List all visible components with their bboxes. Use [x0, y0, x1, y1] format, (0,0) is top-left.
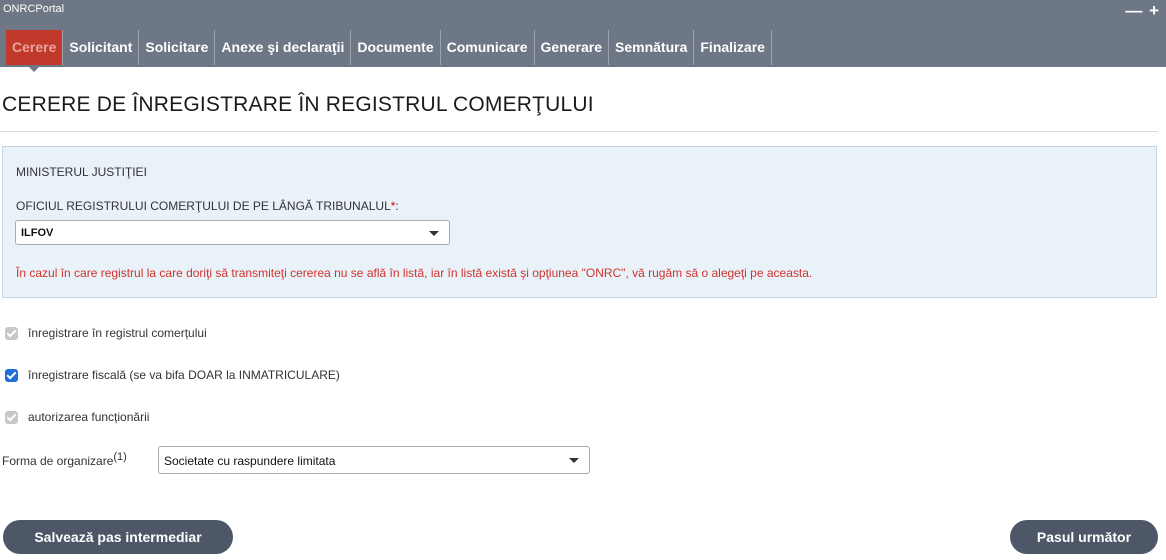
option-inregistrare-fiscala: înregistrare fiscală (se va bifa DOAR la…	[5, 368, 340, 382]
tab-finalizare[interactable]: Finalizare	[694, 30, 772, 65]
organization-footnote: (1)	[113, 451, 127, 463]
registry-warning-text: În cazul în care registrul la care doriţ…	[16, 266, 813, 280]
organization-form-label: Forma de organizare(1)	[2, 451, 127, 468]
title-divider	[0, 131, 1158, 132]
chevron-down-icon	[569, 458, 579, 463]
office-field-label: OFICIUL REGISTRULUI COMERŢULUI DE PE LÂN…	[16, 199, 399, 213]
tab-comunicare[interactable]: Comunicare	[441, 30, 535, 65]
autorizarea-functionarii-label: autorizarea funcționării	[28, 410, 150, 424]
organization-form-value: Societate cu raspundere limitata	[164, 454, 336, 468]
tab-semnatura[interactable]: Semnătura	[609, 30, 695, 65]
option-registru-comertului: înregistrare în registrul comerțului	[5, 326, 207, 340]
tab-solicitant[interactable]: Solicitant	[63, 30, 140, 65]
registru-comertului-label: înregistrare în registrul comerțului	[28, 326, 207, 340]
portal-title: ONRCPortal	[3, 3, 65, 15]
registru-comertului-checkbox[interactable]	[5, 326, 18, 340]
tab-cerere[interactable]: Cerere	[6, 30, 64, 72]
registry-office-panel: MINISTERUL JUSTIŢIEI OFICIUL REGISTRULUI…	[2, 146, 1157, 298]
office-select[interactable]: ILFOV	[15, 220, 450, 245]
tab-solicitare[interactable]: Solicitare	[139, 30, 216, 65]
page-title: CERERE DE ÎNREGISTRARE ÎN REGISTRUL COME…	[2, 93, 594, 116]
autorizarea-functionarii-checkbox[interactable]	[5, 410, 18, 424]
tab-documente[interactable]: Documente	[351, 30, 441, 65]
portal-header: ONRCPortal — + Cerere Solicitant Solicit…	[0, 0, 1166, 72]
office-label-text: OFICIUL REGISTRULUI COMERŢULUI DE PE LÂN…	[16, 199, 391, 213]
minimize-icon[interactable]: —	[1125, 1, 1143, 21]
save-intermediate-button[interactable]: Salvează pas intermediar	[3, 520, 233, 554]
organization-form-select[interactable]: Societate cu raspundere limitata	[158, 446, 590, 474]
chevron-down-icon	[429, 231, 439, 236]
inregistrare-fiscala-label: înregistrare fiscală (se va bifa DOAR la…	[28, 368, 340, 382]
office-select-value: ILFOV	[21, 227, 54, 239]
tab-anexe-si-declaratii[interactable]: Anexe şi declaraţii	[215, 30, 352, 65]
option-autorizarea-functionarii: autorizarea funcționării	[5, 410, 149, 424]
next-step-button[interactable]: Pasul următor	[1010, 520, 1158, 554]
organization-label-text: Forma de organizare	[2, 454, 114, 468]
expand-icon[interactable]: +	[1149, 1, 1160, 21]
inregistrare-fiscala-checkbox[interactable]	[5, 368, 18, 382]
ministry-label: MINISTERUL JUSTIŢIEI	[16, 165, 147, 179]
step-tabs: Cerere Solicitant Solicitare Anexe şi de…	[6, 30, 772, 72]
window-controls: — +	[1125, 1, 1160, 21]
tab-generare[interactable]: Generare	[535, 30, 610, 65]
office-label-colon: :	[395, 199, 399, 213]
